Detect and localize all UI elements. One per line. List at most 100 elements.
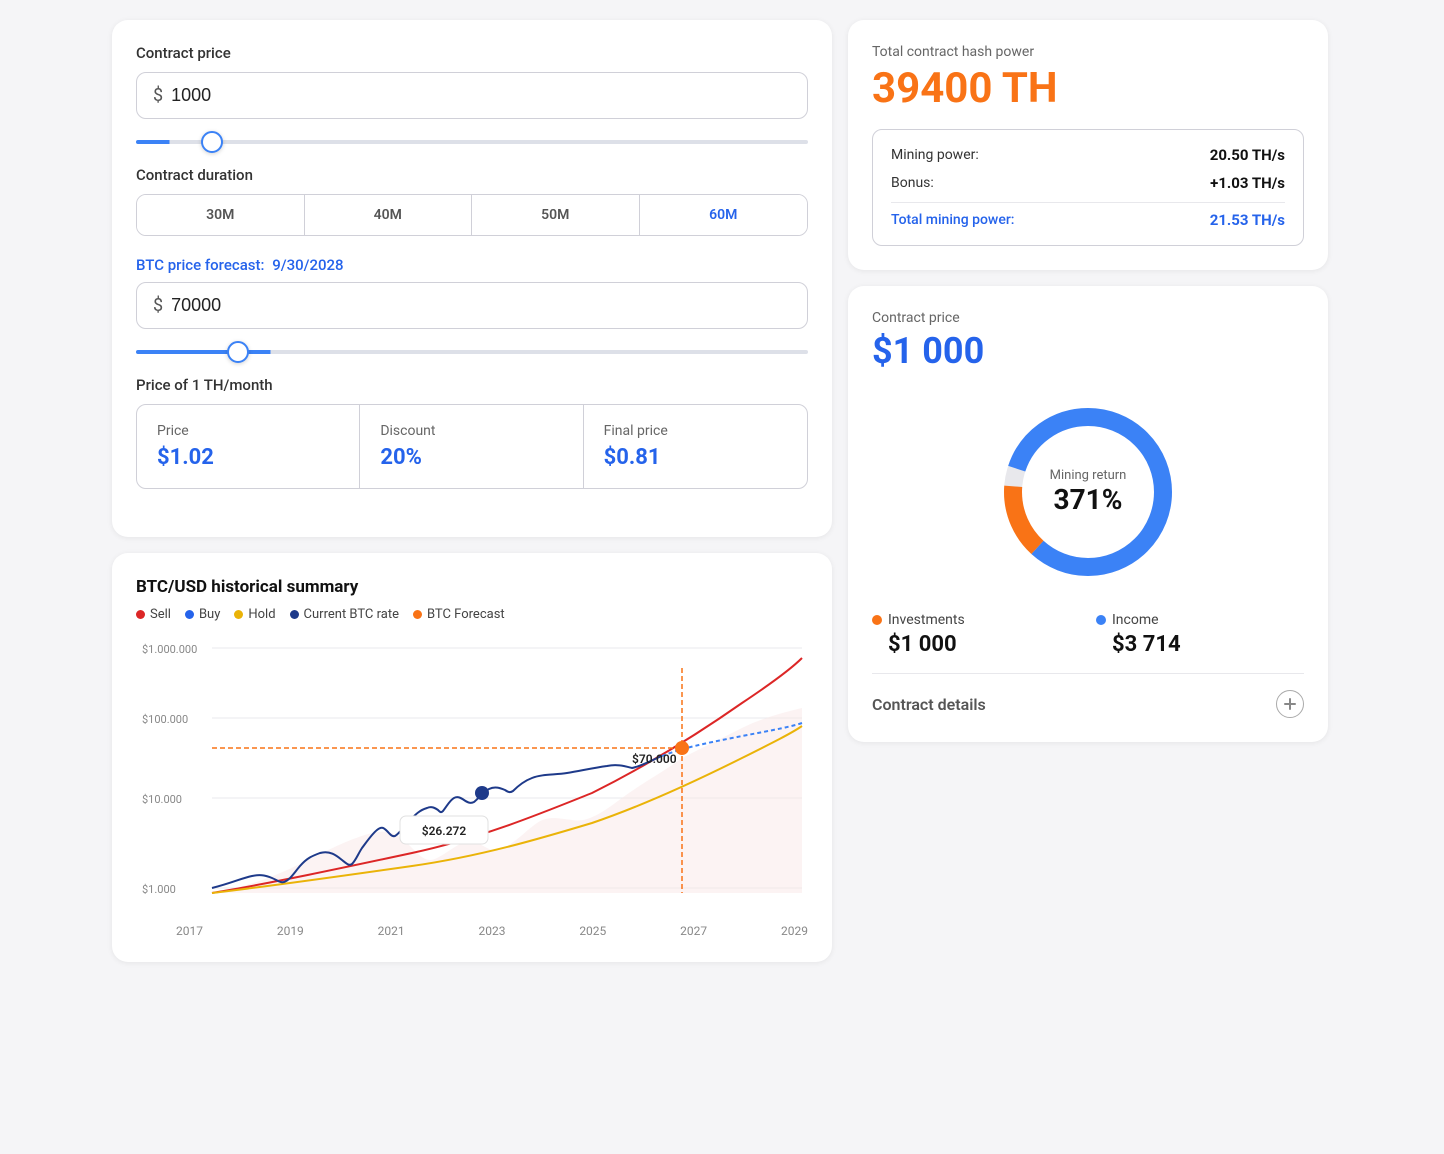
tab-30m[interactable]: 30M bbox=[137, 195, 305, 235]
final-price-value: $0.81 bbox=[604, 445, 787, 470]
chart-card: BTC/USD historical summary Sell Buy Hold… bbox=[112, 553, 832, 962]
price-input[interactable] bbox=[171, 85, 791, 106]
legend-current-btc-label: Current BTC rate bbox=[304, 607, 399, 622]
total-mining-label: Total mining power: bbox=[891, 212, 1014, 228]
donut-wrapper: Mining return 371% bbox=[988, 392, 1188, 592]
btc-price-slider[interactable] bbox=[136, 350, 808, 354]
income-label: Income bbox=[1112, 612, 1159, 628]
donut-center: Mining return 371% bbox=[1050, 468, 1127, 516]
svg-text:$26.272: $26.272 bbox=[422, 824, 467, 838]
btc-price-input-box: $ bbox=[136, 282, 808, 329]
price-slider-wrap bbox=[136, 129, 808, 148]
price-label: Price bbox=[157, 423, 339, 439]
x-label-2021: 2021 bbox=[378, 924, 405, 938]
x-label-2017: 2017 bbox=[176, 924, 203, 938]
hash-details: Mining power: 20.50 TH/s Bonus: +1.03 TH… bbox=[872, 129, 1304, 246]
price-cell-discount: Discount 20% bbox=[360, 405, 583, 488]
legend-hold: Hold bbox=[234, 607, 275, 622]
total-mining-power-row: Total mining power: 21.53 TH/s bbox=[891, 211, 1285, 229]
hold-dot bbox=[234, 610, 243, 619]
total-mining-value: 21.53 TH/s bbox=[1210, 211, 1285, 229]
hash-divider bbox=[891, 202, 1285, 203]
mining-power-row: Mining power: 20.50 TH/s bbox=[891, 146, 1285, 164]
btc-dollar-sign: $ bbox=[153, 295, 163, 316]
price-cell-final: Final price $0.81 bbox=[584, 405, 807, 488]
investments-dot bbox=[872, 615, 882, 625]
investments-label: Investments bbox=[888, 612, 965, 628]
x-label-2019: 2019 bbox=[277, 924, 304, 938]
contract-details-row: Contract details bbox=[872, 673, 1304, 718]
x-label-2029: 2029 bbox=[781, 924, 808, 938]
donut-center-value: 371% bbox=[1050, 483, 1127, 516]
chart-area: $1.000.000 $100.000 $10.000 $1.000 bbox=[136, 638, 808, 918]
x-axis: 2017 2019 2021 2023 2025 2027 2029 bbox=[136, 918, 808, 938]
discount-value: 20% bbox=[380, 445, 562, 470]
investments-label-row: Investments bbox=[872, 612, 965, 628]
legend-hold-label: Hold bbox=[248, 607, 275, 622]
current-btc-dot bbox=[290, 610, 299, 619]
donut-center-label: Mining return bbox=[1050, 468, 1127, 483]
legend-btc-forecast-label: BTC Forecast bbox=[427, 607, 505, 622]
svg-text:$1.000.000: $1.000.000 bbox=[142, 643, 197, 656]
btc-forecast-date: 9/30/2028 bbox=[272, 256, 343, 274]
x-label-2027: 2027 bbox=[680, 924, 707, 938]
tab-40m[interactable]: 40M bbox=[305, 195, 473, 235]
svg-text:$100.000: $100.000 bbox=[142, 713, 188, 726]
legend-sell: Sell bbox=[136, 607, 171, 622]
income-box: Income $3 714 bbox=[1096, 612, 1304, 657]
sell-dot bbox=[136, 610, 145, 619]
hash-power-card: Total contract hash power 39400 TH Minin… bbox=[848, 20, 1328, 270]
mining-power-label: Mining power: bbox=[891, 147, 979, 163]
btc-slider-wrap bbox=[136, 339, 808, 358]
svg-text:$10.000: $10.000 bbox=[142, 793, 182, 806]
chart-legend: Sell Buy Hold Current BTC rate BTC Forec… bbox=[136, 607, 808, 622]
price-slider[interactable] bbox=[136, 140, 808, 144]
svg-text:$70.000: $70.000 bbox=[632, 752, 677, 766]
cp-label: Contract price bbox=[872, 310, 1304, 326]
investments-box: Investments $1 000 bbox=[872, 612, 1080, 657]
contract-price-card: Contract price $1 000 Mining return bbox=[848, 286, 1328, 742]
x-label-2023: 2023 bbox=[478, 924, 505, 938]
price-cell-price: Price $1.02 bbox=[137, 405, 360, 488]
price-input-box: $ bbox=[136, 72, 808, 119]
invest-income: Investments $1 000 Income $3 714 bbox=[872, 612, 1304, 657]
contract-price-label: Contract price bbox=[136, 44, 808, 62]
income-value: $3 714 bbox=[1112, 632, 1181, 657]
hash-value: 39400 TH bbox=[872, 64, 1304, 113]
svg-text:$1.000: $1.000 bbox=[142, 883, 176, 896]
legend-buy-label: Buy bbox=[199, 607, 220, 622]
tab-60m[interactable]: 60M bbox=[640, 195, 808, 235]
btc-forecast-dot bbox=[413, 610, 422, 619]
contract-details-label: Contract details bbox=[872, 695, 986, 714]
legend-sell-label: Sell bbox=[150, 607, 171, 622]
legend-current-btc: Current BTC rate bbox=[290, 607, 399, 622]
price-value: $1.02 bbox=[157, 445, 339, 470]
btc-forecast-label: BTC price forecast: 9/30/2028 bbox=[136, 256, 808, 274]
income-label-row: Income bbox=[1096, 612, 1159, 628]
bonus-value: +1.03 TH/s bbox=[1210, 174, 1285, 192]
cp-value: $1 000 bbox=[872, 330, 1304, 372]
dollar-sign: $ bbox=[153, 85, 163, 106]
duration-tabs: 30M 40M 50M 60M bbox=[136, 194, 808, 236]
bonus-label: Bonus: bbox=[891, 175, 934, 191]
btc-price-input[interactable] bbox=[171, 295, 791, 316]
price-th-label: Price of 1 TH/month bbox=[136, 376, 808, 394]
mining-power-value: 20.50 TH/s bbox=[1210, 146, 1285, 164]
discount-label: Discount bbox=[380, 423, 562, 439]
price-table: Price $1.02 Discount 20% Final price $0.… bbox=[136, 404, 808, 489]
expand-icon[interactable] bbox=[1276, 690, 1304, 718]
bonus-row: Bonus: +1.03 TH/s bbox=[891, 174, 1285, 192]
income-dot bbox=[1096, 615, 1106, 625]
investments-value: $1 000 bbox=[888, 632, 957, 657]
contract-duration-label: Contract duration bbox=[136, 166, 808, 184]
chart-svg: $1.000.000 $100.000 $10.000 $1.000 bbox=[136, 638, 808, 918]
hash-subtitle: Total contract hash power bbox=[872, 44, 1304, 60]
final-price-label: Final price bbox=[604, 423, 787, 439]
legend-btc-forecast: BTC Forecast bbox=[413, 607, 505, 622]
chart-title: BTC/USD historical summary bbox=[136, 577, 808, 597]
tab-50m[interactable]: 50M bbox=[472, 195, 640, 235]
legend-buy: Buy bbox=[185, 607, 220, 622]
buy-dot bbox=[185, 610, 194, 619]
donut-section: Mining return 371% bbox=[872, 392, 1304, 592]
x-label-2025: 2025 bbox=[579, 924, 606, 938]
